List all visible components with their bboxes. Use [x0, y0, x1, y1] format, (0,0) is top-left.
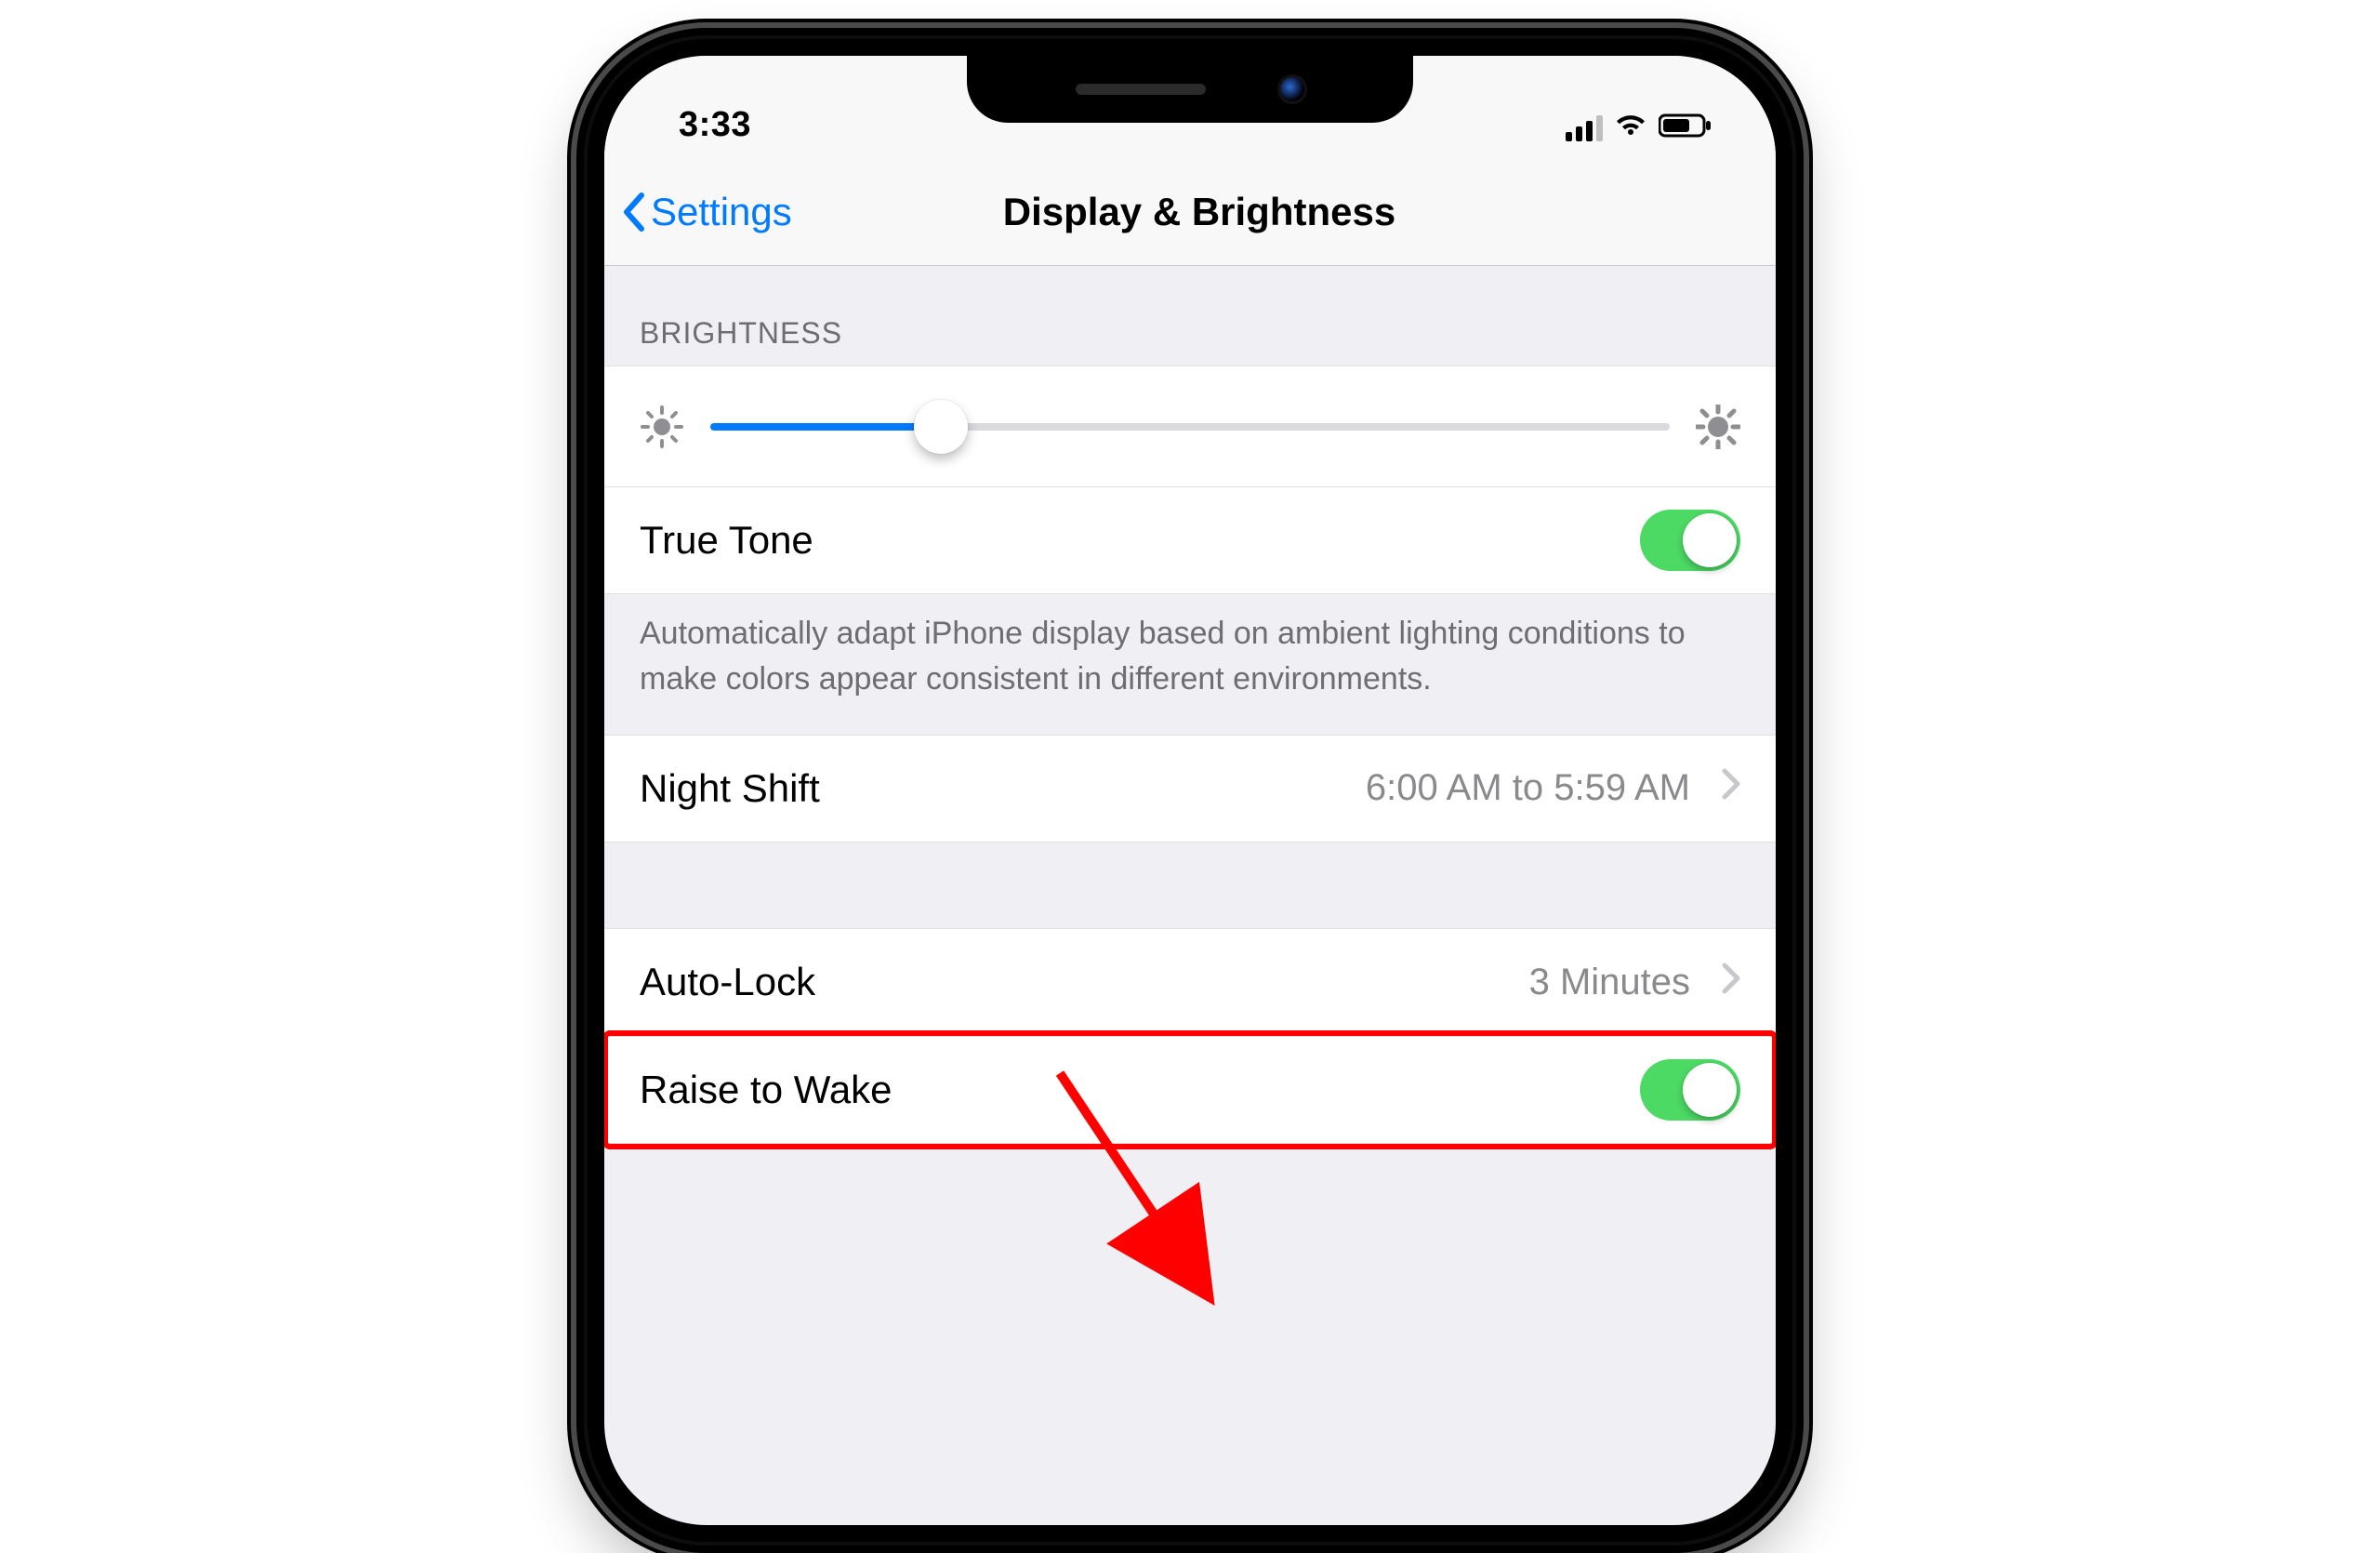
iphone-frame: 3:33 Settings Display & Brightness BRIGH… — [576, 28, 1804, 1553]
night-shift-label: Night Shift — [640, 766, 820, 811]
back-label: Settings — [651, 190, 792, 234]
settings-content: BRIGHTNESS True Ton — [604, 266, 1776, 1229]
true-tone-toggle[interactable] — [1640, 510, 1740, 571]
raise-to-wake-label: Raise to Wake — [640, 1068, 892, 1112]
section-header-brightness: BRIGHTNESS — [604, 266, 1776, 365]
navigation-bar: Settings Display & Brightness — [604, 158, 1776, 266]
wifi-icon — [1614, 113, 1647, 143]
true-tone-label: True Tone — [640, 518, 813, 563]
chevron-right-icon — [1722, 767, 1740, 809]
brightness-slider-row — [604, 365, 1776, 486]
sun-large-icon — [1696, 405, 1740, 449]
brightness-slider-thumb[interactable] — [914, 400, 968, 454]
brightness-slider[interactable] — [710, 423, 1670, 431]
true-tone-row: True Tone — [604, 486, 1776, 594]
night-shift-value: 6:00 AM to 5:59 AM — [1366, 767, 1690, 809]
screen: 3:33 Settings Display & Brightness BRIGH… — [604, 56, 1776, 1525]
battery-icon — [1659, 113, 1712, 143]
back-button[interactable]: Settings — [621, 190, 792, 234]
raise-to-wake-toggle[interactable] — [1640, 1059, 1740, 1121]
auto-lock-row[interactable]: Auto-Lock 3 Minutes — [604, 928, 1776, 1036]
auto-lock-value: 3 Minutes — [1529, 962, 1690, 1003]
true-tone-footnote: Automatically adapt iPhone display based… — [604, 594, 1776, 735]
raise-to-wake-row: Raise to Wake — [604, 1036, 1776, 1144]
status-time: 3:33 — [679, 105, 751, 145]
auto-lock-label: Auto-Lock — [640, 960, 815, 1004]
chevron-right-icon — [1722, 962, 1740, 1003]
cellular-signal-icon — [1566, 115, 1603, 141]
page-title: Display & Brightness — [985, 190, 1395, 234]
sun-small-icon — [640, 405, 684, 449]
front-camera — [1280, 77, 1304, 101]
night-shift-row[interactable]: Night Shift 6:00 AM to 5:59 AM — [604, 735, 1776, 843]
notch — [967, 56, 1413, 123]
earpiece-speaker — [1076, 84, 1206, 95]
